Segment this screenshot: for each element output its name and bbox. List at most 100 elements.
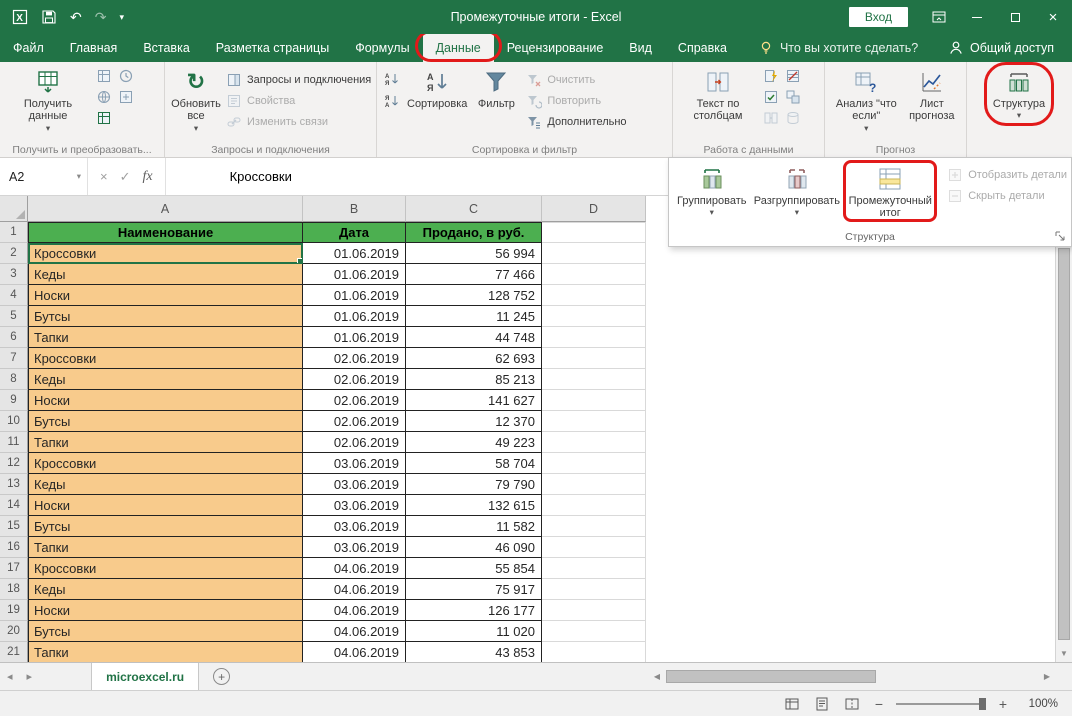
recent-sources-icon[interactable] — [116, 66, 136, 85]
cell-column-d[interactable] — [542, 390, 646, 411]
cell-column-a[interactable]: Тапки — [28, 642, 303, 662]
row-header[interactable]: 3 — [0, 264, 28, 285]
scroll-right-icon[interactable]: ▶ — [1040, 672, 1054, 681]
cell-column-d[interactable] — [542, 558, 646, 579]
sheet-nav-left-icon[interactable]: ◂ — [0, 670, 20, 683]
cell-column-c[interactable]: 75 917 — [406, 579, 542, 600]
cell-column-c[interactable]: 85 213 — [406, 369, 542, 390]
cell-column-c[interactable]: 79 790 — [406, 474, 542, 495]
cell-column-b[interactable]: 02.06.2019 — [303, 369, 406, 390]
cell-column-c[interactable]: 11 582 — [406, 516, 542, 537]
cell-column-d[interactable] — [542, 516, 646, 537]
tab-page-layout[interactable]: Разметка страницы — [203, 34, 342, 62]
cell-column-d[interactable] — [542, 621, 646, 642]
from-web-icon[interactable] — [94, 87, 114, 106]
cell-column-d[interactable] — [542, 600, 646, 621]
text-to-columns-button[interactable]: Текст по столбцам — [678, 65, 758, 123]
cell-column-c[interactable]: 58 704 — [406, 453, 542, 474]
cell-column-a[interactable]: Тапки — [28, 432, 303, 453]
insert-function-icon[interactable]: fx — [143, 169, 153, 185]
page-break-preview-icon[interactable] — [842, 695, 862, 713]
cell-column-d[interactable] — [542, 243, 646, 264]
cell-column-a[interactable]: Кроссовки — [28, 453, 303, 474]
horizontal-scrollbar-thumb[interactable] — [666, 670, 876, 683]
sort-ascending-icon[interactable]: АЯ — [382, 69, 402, 88]
vertical-scrollbar[interactable]: ▲ ▼ — [1055, 196, 1072, 662]
row-header[interactable]: 11 — [0, 432, 28, 453]
cell-column-d[interactable] — [542, 285, 646, 306]
customize-quick-access-icon[interactable]: ▾ — [119, 13, 124, 22]
cell-column-c[interactable]: 46 090 — [406, 537, 542, 558]
scroll-down-icon[interactable]: ▼ — [1056, 645, 1072, 662]
forecast-sheet-button[interactable]: Лист прогноза — [903, 65, 961, 123]
tab-file[interactable]: Файл — [0, 34, 57, 62]
group-button[interactable]: Группировать ▾ — [677, 162, 746, 218]
normal-view-icon[interactable] — [782, 695, 802, 713]
ungroup-button[interactable]: Разгруппировать ▾ — [754, 162, 839, 218]
get-data-button[interactable]: Получить данные ▾ — [5, 65, 91, 133]
from-text-csv-icon[interactable] — [94, 66, 114, 85]
undo-icon[interactable]: ↶ — [70, 10, 82, 24]
cell-column-a[interactable]: Бутсы — [28, 306, 303, 327]
cell-column-c[interactable]: Продано, в руб. — [406, 222, 542, 243]
dialog-launcher-icon[interactable] — [1055, 231, 1066, 242]
column-header[interactable]: B — [303, 196, 406, 222]
cell-column-b[interactable]: 03.06.2019 — [303, 495, 406, 516]
cell-column-a[interactable]: Кеды — [28, 579, 303, 600]
cell-column-d[interactable] — [542, 642, 646, 662]
cell-column-c[interactable]: 43 853 — [406, 642, 542, 662]
scroll-left-icon[interactable]: ◀ — [650, 672, 664, 681]
structure-button[interactable]: Структура ▾ — [990, 65, 1048, 121]
cell-column-c[interactable]: 11 245 — [406, 306, 542, 327]
cell-column-b[interactable]: 03.06.2019 — [303, 537, 406, 558]
row-header[interactable]: 9 — [0, 390, 28, 411]
cell-column-d[interactable] — [542, 411, 646, 432]
cell-column-d[interactable] — [542, 348, 646, 369]
row-header[interactable]: 5 — [0, 306, 28, 327]
cell-column-c[interactable]: 126 177 — [406, 600, 542, 621]
cell-column-d[interactable] — [542, 432, 646, 453]
row-header[interactable]: 13 — [0, 474, 28, 495]
new-sheet-button[interactable]: + — [213, 668, 230, 685]
cell-column-a[interactable]: Кеды — [28, 264, 303, 285]
cell-column-a[interactable]: Бутсы — [28, 516, 303, 537]
cell-column-c[interactable]: 141 627 — [406, 390, 542, 411]
cell-column-b[interactable]: 03.06.2019 — [303, 516, 406, 537]
consolidate-icon[interactable] — [783, 87, 803, 106]
manage-data-model-icon[interactable] — [783, 108, 803, 127]
horizontal-scrollbar[interactable]: ◀ ▶ — [650, 669, 1054, 684]
cell-column-a[interactable]: Бутсы — [28, 411, 303, 432]
what-if-button[interactable]: ? Анализ "что если" ▾ — [830, 65, 903, 133]
enter-icon[interactable]: ✓ — [120, 169, 131, 185]
sign-in-button[interactable]: Вход — [849, 7, 908, 27]
sort-button[interactable]: АЯ Сортировка — [404, 65, 470, 110]
cell-column-d[interactable] — [542, 453, 646, 474]
share-button[interactable]: Общий доступ — [948, 34, 1072, 62]
cell-column-d[interactable] — [542, 495, 646, 516]
cell-column-b[interactable]: 04.06.2019 — [303, 600, 406, 621]
tab-formulas[interactable]: Формулы — [342, 34, 422, 62]
row-header[interactable]: 19 — [0, 600, 28, 621]
cell-column-b[interactable]: 01.06.2019 — [303, 306, 406, 327]
refresh-all-button[interactable]: ↻ Обновить все ▾ — [170, 65, 222, 133]
cell-column-d[interactable] — [542, 327, 646, 348]
cell-column-a[interactable]: Носки — [28, 600, 303, 621]
subtotal-button[interactable]: Промежуточный итог — [847, 162, 933, 220]
zoom-slider-thumb[interactable] — [979, 698, 986, 710]
from-table-icon[interactable] — [94, 108, 114, 127]
zoom-in-button[interactable]: + — [996, 696, 1010, 712]
data-validation-icon[interactable] — [761, 87, 781, 106]
show-detail-button[interactable]: Отобразить детали — [947, 164, 1067, 185]
remove-duplicates-icon[interactable] — [783, 66, 803, 85]
save-icon[interactable] — [41, 9, 57, 25]
tell-me-box[interactable]: Что вы хотите сделать? — [758, 34, 918, 62]
cell-column-a[interactable]: Тапки — [28, 327, 303, 348]
zoom-out-button[interactable]: − — [872, 696, 886, 712]
cell-column-a[interactable]: Бутсы — [28, 621, 303, 642]
redo-icon[interactable]: ↷ — [95, 10, 107, 24]
zoom-slider[interactable] — [896, 703, 986, 705]
properties-button[interactable]: Свойства — [226, 90, 371, 111]
cell-column-c[interactable]: 77 466 — [406, 264, 542, 285]
cell-column-d[interactable] — [542, 222, 646, 243]
cell-column-d[interactable] — [542, 306, 646, 327]
